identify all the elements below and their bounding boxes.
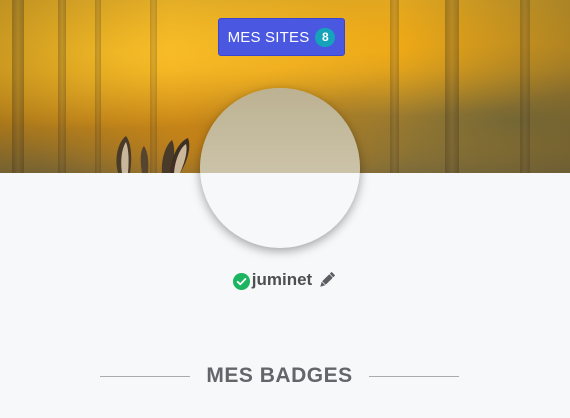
deer-ears	[116, 136, 190, 173]
badges-title: MES BADGES	[206, 364, 353, 387]
sites-count-badge: 8	[315, 27, 336, 47]
username: juminet	[251, 270, 313, 289]
user-row: juminet	[0, 270, 570, 290]
pencil-icon[interactable]	[317, 270, 337, 290]
check-circle-icon	[232, 272, 250, 290]
badges-section-heading: MES BADGES	[100, 362, 459, 390]
heading-divider-left	[100, 375, 191, 377]
avatar[interactable]	[200, 88, 360, 248]
mes-sites-label: MES SITES	[227, 28, 310, 46]
heading-divider-right	[368, 375, 459, 377]
mes-sites-button[interactable]: MES SITES 8	[218, 18, 345, 56]
avatar-cover-overlap	[200, 88, 360, 173]
